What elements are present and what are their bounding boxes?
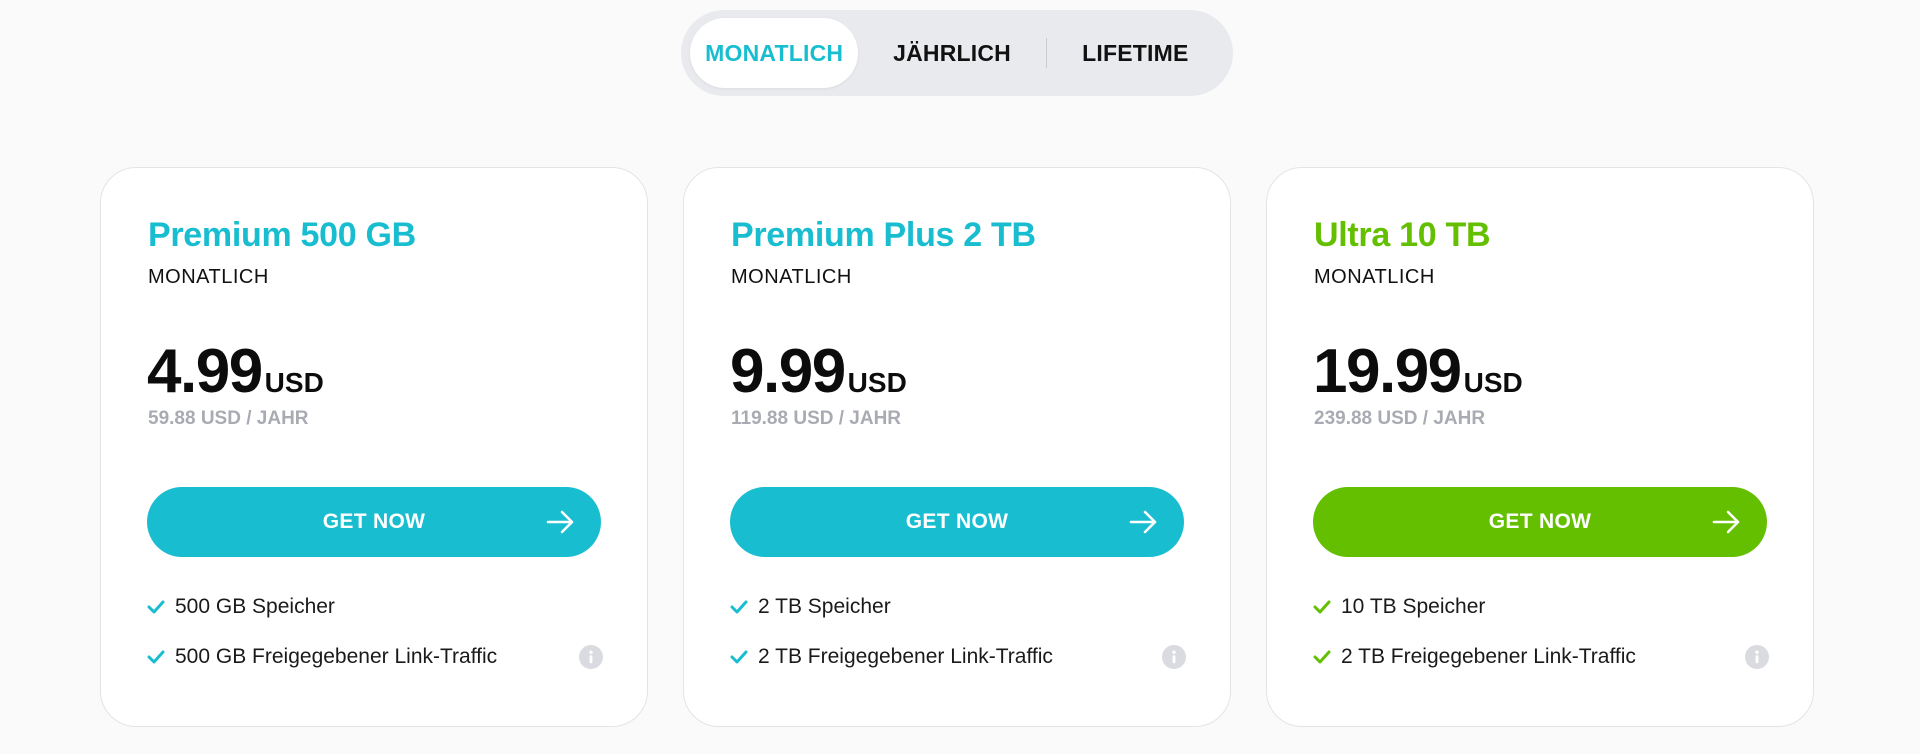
feature-text: 2 TB Speicher: [758, 595, 891, 618]
billing-period-toggle: MONATLICH JÄHRLICH LIFETIME: [681, 10, 1233, 96]
price: 4.99 USD: [147, 336, 324, 407]
feature-item: 2 TB Speicher: [730, 592, 1186, 622]
check-icon: [730, 600, 748, 614]
tab-monatlich[interactable]: MONATLICH: [690, 18, 859, 88]
plan-card-premium-plus-2tb: Premium Plus 2 TB MONATLICH 9.99 USD 119…: [683, 167, 1231, 727]
plan-card-premium-500gb: Premium 500 GB MONATLICH 4.99 USD 59.88 …: [100, 167, 648, 727]
check-icon: [730, 650, 748, 664]
info-icon[interactable]: [579, 645, 603, 669]
plan-name: Premium Plus 2 TB: [731, 216, 1036, 254]
plan-name: Premium 500 GB: [148, 216, 416, 254]
feature-list: 2 TB Speicher 2 TB Freigegebener Link-Tr…: [730, 592, 1186, 692]
feature-item: 2 TB Freigegebener Link-Traffic: [730, 642, 1186, 672]
get-now-button[interactable]: GET NOW: [147, 487, 601, 557]
feature-item: 500 GB Speicher: [147, 592, 603, 622]
price-amount: 4.99: [147, 337, 263, 406]
get-now-button[interactable]: GET NOW: [730, 487, 1184, 557]
check-icon: [147, 650, 165, 664]
get-now-button[interactable]: GET NOW: [1313, 487, 1767, 557]
info-icon[interactable]: [1162, 645, 1186, 669]
feature-item: 2 TB Freigegebener Link-Traffic: [1313, 642, 1769, 672]
price-amount: 19.99: [1313, 337, 1462, 406]
tab-jaehrlich[interactable]: JÄHRLICH: [858, 18, 1045, 88]
feature-list: 500 GB Speicher 500 GB Freigegebener Lin…: [147, 592, 603, 692]
check-icon: [147, 600, 165, 614]
plan-card-ultra-10tb: Ultra 10 TB MONATLICH 19.99 USD 239.88 U…: [1266, 167, 1814, 727]
plan-period: MONATLICH: [1314, 266, 1435, 288]
feature-text: 10 TB Speicher: [1341, 595, 1486, 618]
arrow-right-icon: [1129, 510, 1157, 534]
get-now-label: GET NOW: [1488, 510, 1592, 533]
get-now-label: GET NOW: [322, 510, 426, 533]
feature-text: 2 TB Freigegebener Link-Traffic: [758, 645, 1053, 668]
feature-text: 2 TB Freigegebener Link-Traffic: [1341, 645, 1636, 668]
tab-lifetime[interactable]: LIFETIME: [1047, 18, 1224, 88]
feature-text: 500 GB Speicher: [175, 595, 335, 618]
pricing-page: MONATLICH JÄHRLICH LIFETIME Premium 500 …: [0, 0, 1920, 754]
yearly-price: 239.88 USD / JAHR: [1314, 408, 1486, 429]
info-icon[interactable]: [1745, 645, 1769, 669]
price-currency: USD: [847, 367, 907, 398]
feature-list: 10 TB Speicher 2 TB Freigegebener Link-T…: [1313, 592, 1769, 692]
feature-item: 10 TB Speicher: [1313, 592, 1769, 622]
yearly-price: 59.88 USD / JAHR: [148, 408, 309, 429]
arrow-right-icon: [546, 510, 574, 534]
check-icon: [1313, 650, 1331, 664]
price-amount: 9.99: [730, 337, 846, 406]
get-now-label: GET NOW: [905, 510, 1009, 533]
plan-name: Ultra 10 TB: [1314, 216, 1491, 254]
price-currency: USD: [1463, 367, 1523, 398]
check-icon: [1313, 600, 1331, 614]
plan-period: MONATLICH: [148, 266, 269, 288]
price-currency: USD: [264, 367, 324, 398]
price: 19.99 USD: [1313, 336, 1523, 407]
plan-period: MONATLICH: [731, 266, 852, 288]
feature-text: 500 GB Freigegebener Link-Traffic: [175, 645, 498, 668]
feature-item: 500 GB Freigegebener Link-Traffic: [147, 642, 603, 672]
arrow-right-icon: [1712, 510, 1740, 534]
price: 9.99 USD: [730, 336, 907, 407]
yearly-price: 119.88 USD / JAHR: [731, 408, 902, 429]
